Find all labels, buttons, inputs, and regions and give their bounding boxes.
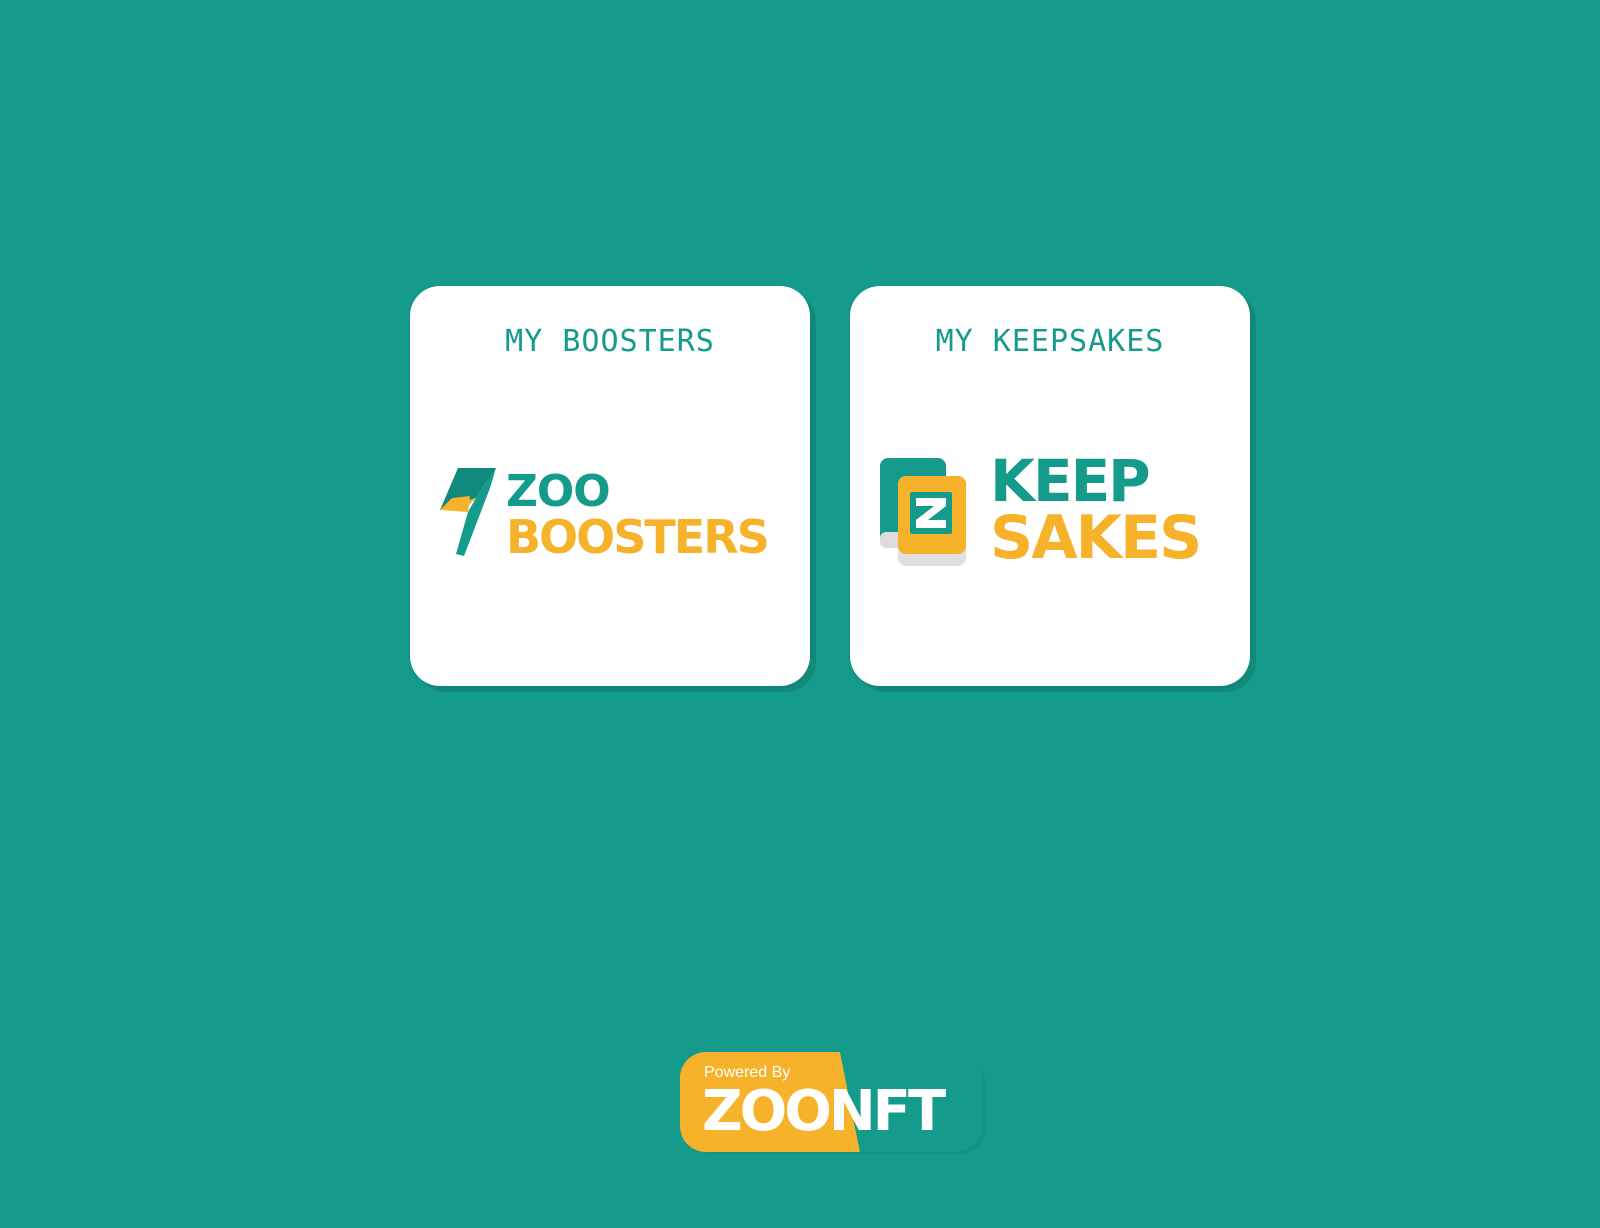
my-boosters-card[interactable]: MY BOOSTERS ZOO BOOSTERS (410, 286, 810, 686)
stacked-cards-z-icon (880, 458, 966, 566)
logo-zoo-text: ZOO (506, 466, 611, 517)
lightning-bolt-icon (440, 468, 496, 556)
card-title: MY KEEPSAKES (935, 324, 1165, 359)
logo-keep-text: KEEP (990, 447, 1151, 515)
card-title: MY BOOSTERS (505, 324, 715, 359)
page-background: MY BOOSTERS ZOO BOOSTERS MY KEEPSAKES KE… (0, 0, 1600, 1228)
my-keepsakes-card[interactable]: MY KEEPSAKES KEEP SAKES (850, 286, 1250, 686)
logo-boosters-text: BOOSTERS (506, 510, 770, 564)
logo-sakes-text: SAKES (990, 503, 1202, 573)
zoonft-brand-text: ZOONFT (702, 1079, 946, 1144)
powered-by-zoonft-badge[interactable]: Powered By ZOONFT (680, 1052, 986, 1154)
